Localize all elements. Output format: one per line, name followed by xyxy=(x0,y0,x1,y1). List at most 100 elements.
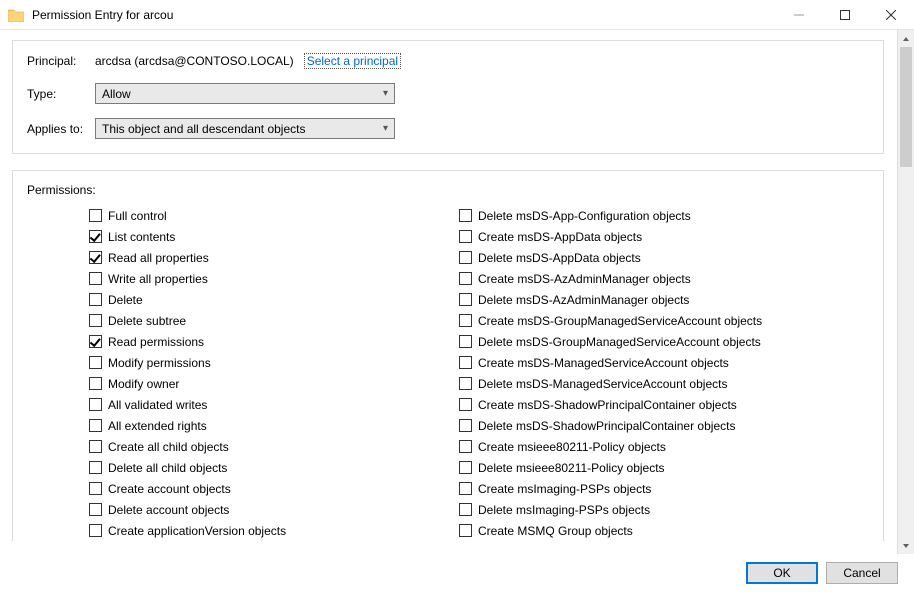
permission-checkbox[interactable] xyxy=(459,377,472,390)
permission-item: Create MSMQ Group objects xyxy=(459,520,829,541)
permission-label: Delete xyxy=(108,293,143,307)
permission-item: List contents xyxy=(89,226,459,247)
permission-checkbox[interactable] xyxy=(459,503,472,516)
permission-checkbox[interactable] xyxy=(89,503,102,516)
permission-checkbox[interactable] xyxy=(459,272,472,285)
permission-item: Create msDS-ManagedServiceAccount object… xyxy=(459,352,829,373)
permissions-column-right: Delete msDS-App-Configuration objectsCre… xyxy=(459,205,829,541)
cancel-button-label: Cancel xyxy=(843,566,880,580)
permission-item: Delete subtree xyxy=(89,310,459,331)
minimize-button[interactable] xyxy=(776,0,822,29)
permission-checkbox[interactable] xyxy=(459,398,472,411)
button-bar: OK Cancel xyxy=(0,554,914,592)
permission-label: List contents xyxy=(108,230,175,244)
permission-label: Delete msieee80211-Policy objects xyxy=(478,461,665,475)
permission-checkbox[interactable] xyxy=(89,419,102,432)
permission-checkbox[interactable] xyxy=(459,440,472,453)
permission-item: Create msDS-GroupManagedServiceAccount o… xyxy=(459,310,829,331)
cancel-button[interactable]: Cancel xyxy=(826,562,898,584)
scroll-up-icon[interactable] xyxy=(898,30,914,47)
scroll-track[interactable] xyxy=(898,47,914,537)
permission-checkbox[interactable] xyxy=(89,356,102,369)
permission-checkbox[interactable] xyxy=(459,461,472,474)
permission-checkbox[interactable] xyxy=(459,482,472,495)
permission-checkbox[interactable] xyxy=(459,356,472,369)
permission-checkbox[interactable] xyxy=(459,209,472,222)
permission-item: Modify permissions xyxy=(89,352,459,373)
permission-item: Create msDS-ShadowPrincipalContainer obj… xyxy=(459,394,829,415)
permission-label: Create msDS-ManagedServiceAccount object… xyxy=(478,356,729,370)
type-row: Type: Allow ▾ xyxy=(27,83,869,104)
principal-row: Principal: arcdsa (arcdsa@CONTOSO.LOCAL)… xyxy=(27,53,869,69)
permission-label: Create MSMQ Group objects xyxy=(478,524,633,538)
vertical-scrollbar[interactable] xyxy=(897,30,914,554)
permission-label: Create msDS-AppData objects xyxy=(478,230,642,244)
permission-checkbox[interactable] xyxy=(89,524,102,537)
maximize-button[interactable] xyxy=(822,0,868,29)
type-select[interactable]: Allow ▾ xyxy=(95,83,395,104)
permission-item: Full control xyxy=(89,205,459,226)
permission-item: All validated writes xyxy=(89,394,459,415)
permission-label: Delete msImaging-PSPs objects xyxy=(478,503,650,517)
permission-checkbox[interactable] xyxy=(459,293,472,306)
scroll-down-icon[interactable] xyxy=(898,537,914,554)
permission-checkbox[interactable] xyxy=(89,482,102,495)
applies-select[interactable]: This object and all descendant objects ▾ xyxy=(95,118,395,139)
permission-label: Full control xyxy=(108,209,167,223)
permission-label: Create msDS-GroupManagedServiceAccount o… xyxy=(478,314,762,328)
permission-checkbox[interactable] xyxy=(89,272,102,285)
permission-label: Delete msDS-AzAdminManager objects xyxy=(478,293,689,307)
permission-item: Create msImaging-PSPs objects xyxy=(459,478,829,499)
permission-checkbox[interactable] xyxy=(459,419,472,432)
permission-item: Write all properties xyxy=(89,268,459,289)
permission-label: Read permissions xyxy=(108,335,204,349)
permission-checkbox[interactable] xyxy=(459,251,472,264)
permission-checkbox[interactable] xyxy=(459,230,472,243)
permission-checkbox[interactable] xyxy=(89,314,102,327)
permission-checkbox[interactable] xyxy=(89,398,102,411)
permission-label: Create account objects xyxy=(108,482,231,496)
permission-checkbox[interactable] xyxy=(89,209,102,222)
permission-item: Create all child objects xyxy=(89,436,459,457)
permission-label: Create msieee80211-Policy objects xyxy=(478,440,666,454)
permission-label: Modify permissions xyxy=(108,356,211,370)
permission-item: Create account objects xyxy=(89,478,459,499)
permission-item: Modify owner xyxy=(89,373,459,394)
permission-item: Read all properties xyxy=(89,247,459,268)
permission-checkbox[interactable] xyxy=(89,335,102,348)
permissions-columns: Full control List contents Read all proper… xyxy=(27,205,869,541)
permission-item: Create msDS-AppData objects xyxy=(459,226,829,247)
permission-checkbox[interactable] xyxy=(89,461,102,474)
window-controls xyxy=(776,0,914,29)
permission-label: Delete subtree xyxy=(108,314,186,328)
permission-label: Write all properties xyxy=(108,272,208,286)
chevron-down-icon: ▾ xyxy=(383,88,388,99)
permission-label: Delete msDS-ManagedServiceAccount object… xyxy=(478,377,727,391)
principal-value: arcdsa (arcdsa@CONTOSO.LOCAL) xyxy=(95,54,294,68)
permission-item: All extended rights xyxy=(89,415,459,436)
permission-checkbox[interactable] xyxy=(89,293,102,306)
permission-label: Delete msDS-AppData objects xyxy=(478,251,641,265)
permission-label: Modify owner xyxy=(108,377,179,391)
permission-label: Create msDS-ShadowPrincipalContainer obj… xyxy=(478,398,737,412)
ok-button[interactable]: OK xyxy=(746,562,818,584)
select-principal-link[interactable]: Select a principal xyxy=(304,53,401,69)
permission-checkbox[interactable] xyxy=(89,440,102,453)
permission-label: Delete msDS-GroupManagedServiceAccount o… xyxy=(478,335,761,349)
permission-item: Delete msDS-AzAdminManager objects xyxy=(459,289,829,310)
permission-checkbox[interactable] xyxy=(89,230,102,243)
scroll-thumb[interactable] xyxy=(900,47,912,167)
permission-label: Create msDS-AzAdminManager objects xyxy=(478,272,691,286)
permission-checkbox[interactable] xyxy=(89,251,102,264)
applies-row: Applies to: This object and all descenda… xyxy=(27,118,869,139)
permission-checkbox[interactable] xyxy=(89,377,102,390)
folder-icon xyxy=(8,8,24,22)
permission-label: Delete msDS-ShadowPrincipalContainer obj… xyxy=(478,419,735,433)
permissions-label: Permissions: xyxy=(27,183,869,197)
close-button[interactable] xyxy=(868,0,914,29)
permission-checkbox[interactable] xyxy=(459,524,472,537)
permission-checkbox[interactable] xyxy=(459,335,472,348)
permission-label: Create all child objects xyxy=(108,440,229,454)
permission-checkbox[interactable] xyxy=(459,314,472,327)
titlebar: Permission Entry for arcou xyxy=(0,0,914,30)
